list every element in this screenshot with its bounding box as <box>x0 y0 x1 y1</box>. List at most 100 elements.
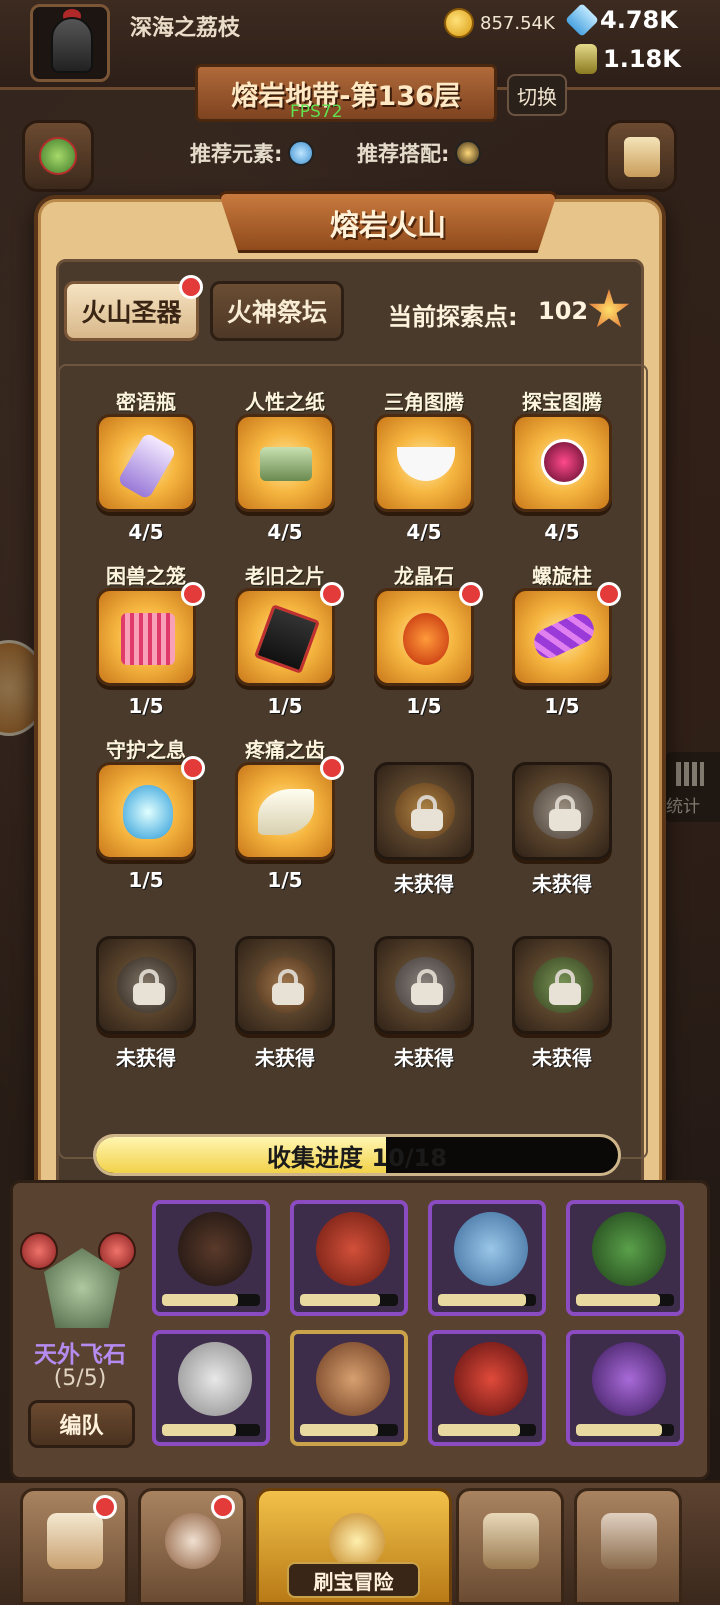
spiral-pillar-icon <box>529 609 599 663</box>
relic-notification-dot <box>181 582 205 606</box>
relic-name: 三角图腾 <box>384 390 464 414</box>
relic-slot[interactable]: 困兽之笼 1/5 <box>76 560 216 730</box>
nav-hero-button[interactable] <box>138 1488 246 1605</box>
nav-bag-button[interactable] <box>456 1488 564 1605</box>
hero-portrait-icon <box>592 1342 666 1416</box>
nav-notification-dot <box>211 1495 235 1519</box>
hero-portrait-icon <box>316 1212 390 1286</box>
hero-card[interactable] <box>290 1200 408 1316</box>
hero-icon <box>165 1513 221 1569</box>
relic-tile[interactable] <box>96 936 196 1034</box>
hero-card[interactable] <box>290 1330 408 1446</box>
hero-card[interactable] <box>566 1200 684 1316</box>
potion-icon <box>575 44 597 74</box>
nav-forge-button[interactable] <box>574 1488 682 1605</box>
relic-name: 人性之纸 <box>245 390 325 414</box>
level-title: 熔岩地带-第136层 <box>195 64 497 122</box>
relic-tile[interactable] <box>96 414 196 512</box>
hero-hp-bar <box>576 1294 674 1306</box>
relic-slot[interactable]: 未获得 <box>354 908 494 1078</box>
relic-slot[interactable]: 未获得 <box>492 734 632 904</box>
hero-hp-bar <box>162 1294 260 1306</box>
team-count: (5/5) <box>53 1366 107 1391</box>
relic-slot[interactable]: 未获得 <box>492 908 632 1078</box>
hero-portrait-icon <box>316 1342 390 1416</box>
modal-title: 熔岩火山 <box>329 208 446 242</box>
relic-slot[interactable]: 密语瓶 4/5 <box>76 386 216 556</box>
old-shard-icon <box>253 604 321 674</box>
gem-amount: 4.78K <box>600 6 678 34</box>
recommended-combo-label: 推荐搭配: <box>357 142 450 166</box>
bottle-icon <box>116 431 178 501</box>
hero-card[interactable] <box>152 1200 270 1316</box>
relic-tile[interactable] <box>235 414 335 512</box>
tab-fire-altar[interactable]: 火神祭坛 <box>210 281 344 341</box>
relic-slot[interactable]: 探宝图腾 4/5 <box>492 386 632 556</box>
relic-count: 未获得 <box>532 872 592 896</box>
relic-tile[interactable] <box>235 762 335 860</box>
relic-tile[interactable] <box>374 414 474 512</box>
relic-slot[interactable]: 疼痛之齿 1/5 <box>215 734 355 904</box>
nav-treasure-adventure-label: 刷宝冒险 <box>287 1562 420 1598</box>
gold-amount: 857.54K <box>480 12 555 34</box>
hero-hp-bar <box>162 1424 260 1436</box>
relic-slot[interactable]: 人性之纸 4/5 <box>215 386 355 556</box>
gem-resource: 4.78K <box>565 3 678 37</box>
relic-slot[interactable]: 老旧之片 1/5 <box>215 560 355 730</box>
potion-amount: 1.18K <box>603 45 681 73</box>
gold-coin-icon <box>444 8 474 38</box>
relic-tile[interactable] <box>374 762 474 860</box>
explore-points-label: 当前探索点: <box>388 303 518 331</box>
relic-name: 密语瓶 <box>116 390 176 414</box>
relic-tile[interactable] <box>235 936 335 1034</box>
cage-icon <box>121 613 175 665</box>
player-avatar[interactable] <box>30 4 110 82</box>
hero-card[interactable] <box>566 1330 684 1446</box>
relic-slot[interactable]: 守护之息 1/5 <box>76 734 216 904</box>
team-buff-icon-a[interactable] <box>20 1232 58 1270</box>
hero-card[interactable] <box>152 1330 270 1446</box>
relic-count: 4/5 <box>128 520 164 544</box>
lock-icon <box>411 969 443 1005</box>
switch-level-button[interactable]: 切换 <box>507 74 567 116</box>
relic-tile[interactable] <box>96 588 196 686</box>
relic-tile[interactable] <box>512 936 612 1034</box>
relic-tile[interactable] <box>512 414 612 512</box>
relic-tile[interactable] <box>235 588 335 686</box>
relic-count: 未获得 <box>394 1046 454 1070</box>
scroll-badge-button[interactable] <box>605 120 677 192</box>
hero-card[interactable] <box>428 1200 546 1316</box>
hero-card[interactable] <box>428 1330 546 1446</box>
relic-slot[interactable]: 未获得 <box>354 734 494 904</box>
relic-tile[interactable] <box>374 936 474 1034</box>
relic-slot[interactable]: 未获得 <box>76 908 216 1078</box>
hero-portrait-icon <box>178 1212 252 1286</box>
hero-hp-bar <box>438 1294 536 1306</box>
dragon-crystal-icon <box>403 613 449 665</box>
relic-slot[interactable]: 螺旋柱 1/5 <box>492 560 632 730</box>
relic-slot[interactable]: 三角图腾 4/5 <box>354 386 494 556</box>
tab-label: 火神祭坛 <box>226 298 327 327</box>
nav-shop-button[interactable] <box>20 1488 128 1605</box>
potion-resource: 1.18K <box>575 44 681 74</box>
hero-portrait-icon <box>454 1342 528 1416</box>
relic-count: 1/5 <box>128 694 164 718</box>
clover-badge-button[interactable] <box>22 120 94 192</box>
relic-count: 1/5 <box>406 694 442 718</box>
relic-tile[interactable] <box>512 588 612 686</box>
tab-notification-dot <box>179 275 203 299</box>
relic-tile[interactable] <box>374 588 474 686</box>
relic-count: 4/5 <box>544 520 580 544</box>
relic-count: 1/5 <box>267 868 303 892</box>
player-name: 深海之荔枝 <box>130 16 241 41</box>
relic-tile[interactable] <box>512 762 612 860</box>
lock-icon <box>133 969 165 1005</box>
collection-progress-label: 收集进度 10/18 <box>267 1143 447 1172</box>
relic-slot[interactable]: 未获得 <box>215 908 355 1078</box>
relic-count: 未获得 <box>532 1046 592 1070</box>
relic-grid: 密语瓶 4/5 人性之纸 4/5 三角图腾 4/5 探宝图腾 4/5 困兽之笼 1/5 老旧之片 1/… <box>58 364 648 1159</box>
relic-notification-dot <box>459 582 483 606</box>
relic-slot[interactable]: 龙晶石 1/5 <box>354 560 494 730</box>
formation-button[interactable]: 编队 <box>28 1400 135 1448</box>
relic-tile[interactable] <box>96 762 196 860</box>
